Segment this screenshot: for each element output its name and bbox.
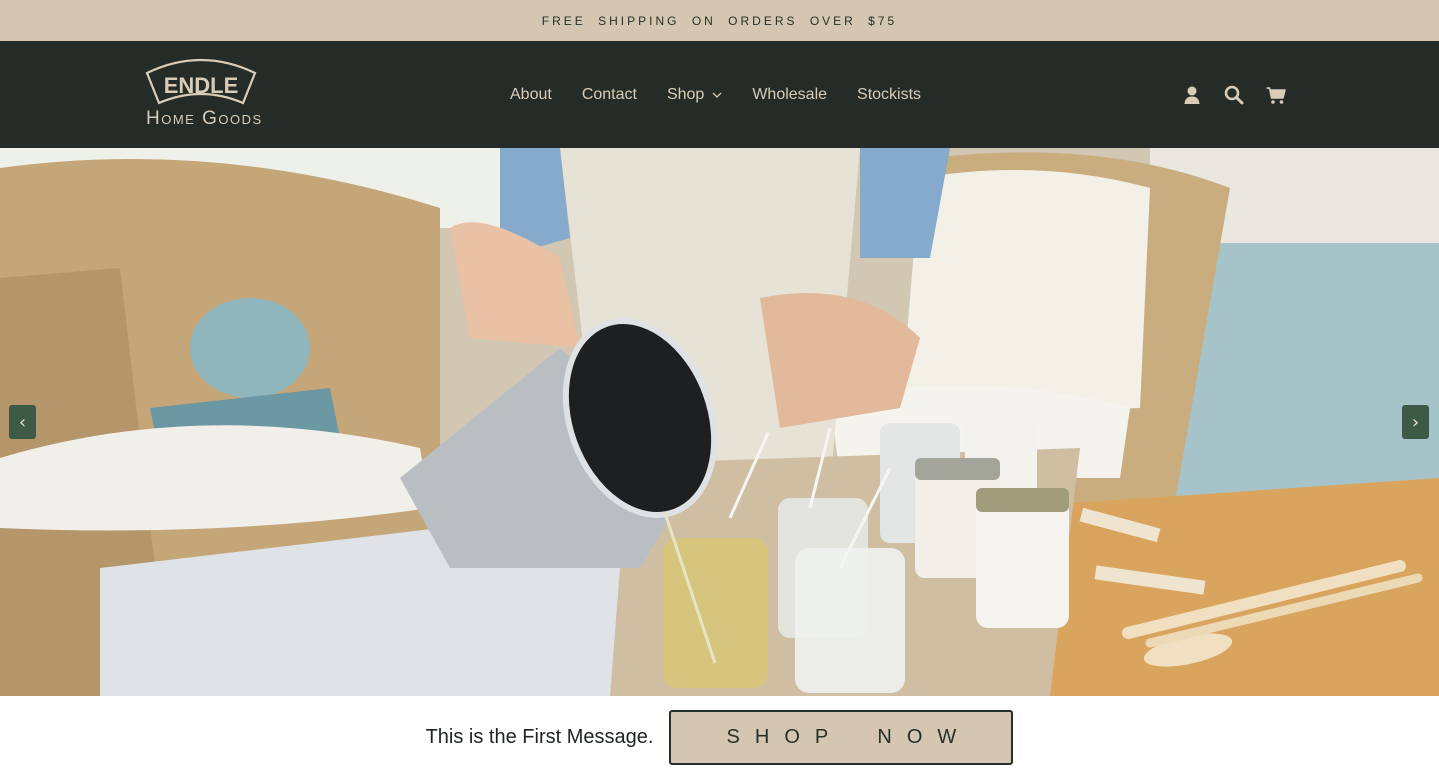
cart-icon <box>1266 86 1286 104</box>
nav-wholesale[interactable]: Wholesale <box>752 86 827 104</box>
hero-slideshow: ‹ › <box>0 148 1439 696</box>
site-header: ENDLE Home Goods About Contact Shop Whol… <box>0 41 1439 148</box>
hero-image <box>0 148 1439 696</box>
logo-word: ENDLE <box>164 73 239 98</box>
nav-contact-label: Contact <box>581 85 637 103</box>
nav-shop-label: Shop <box>666 85 705 103</box>
nav-contact[interactable]: Contact <box>582 86 637 104</box>
nav-wholesale-label: Wholesale <box>752 85 828 103</box>
slide-next-button[interactable]: › <box>1402 405 1429 439</box>
main-nav: About Contact Shop Wholesale Stockists <box>510 41 951 148</box>
header-icons <box>1180 41 1306 148</box>
announcement-bar: FREE SHIPPING ON ORDERS OVER $75 <box>0 0 1439 41</box>
chevron-left-icon: ‹ <box>18 411 27 433</box>
account-button[interactable] <box>1180 83 1204 107</box>
nav-about[interactable]: About <box>510 86 552 104</box>
logo-subtitle: Home Goods <box>146 108 263 129</box>
account-icon <box>1184 86 1200 104</box>
chevron-down-icon <box>712 92 722 98</box>
nav-about-label: About <box>510 85 552 103</box>
search-icon <box>1224 85 1244 104</box>
announcement-text: FREE SHIPPING ON ORDERS OVER $75 <box>541 13 898 28</box>
search-button[interactable] <box>1222 83 1246 107</box>
nav-stockists[interactable]: Stockists <box>857 86 921 104</box>
hero-message-row: This is the First Message. SHOP NOW <box>0 696 1439 779</box>
chevron-right-icon: › <box>1411 411 1420 433</box>
nav-stockists-label: Stockists <box>857 85 922 103</box>
shop-now-button[interactable]: SHOP NOW <box>669 710 1014 765</box>
cart-button[interactable] <box>1264 83 1288 107</box>
shop-now-label: SHOP NOW <box>726 726 972 748</box>
slide-prev-button[interactable]: ‹ <box>9 405 36 439</box>
hero-message: This is the First Message. <box>425 726 654 748</box>
nav-shop[interactable]: Shop <box>667 86 722 104</box>
